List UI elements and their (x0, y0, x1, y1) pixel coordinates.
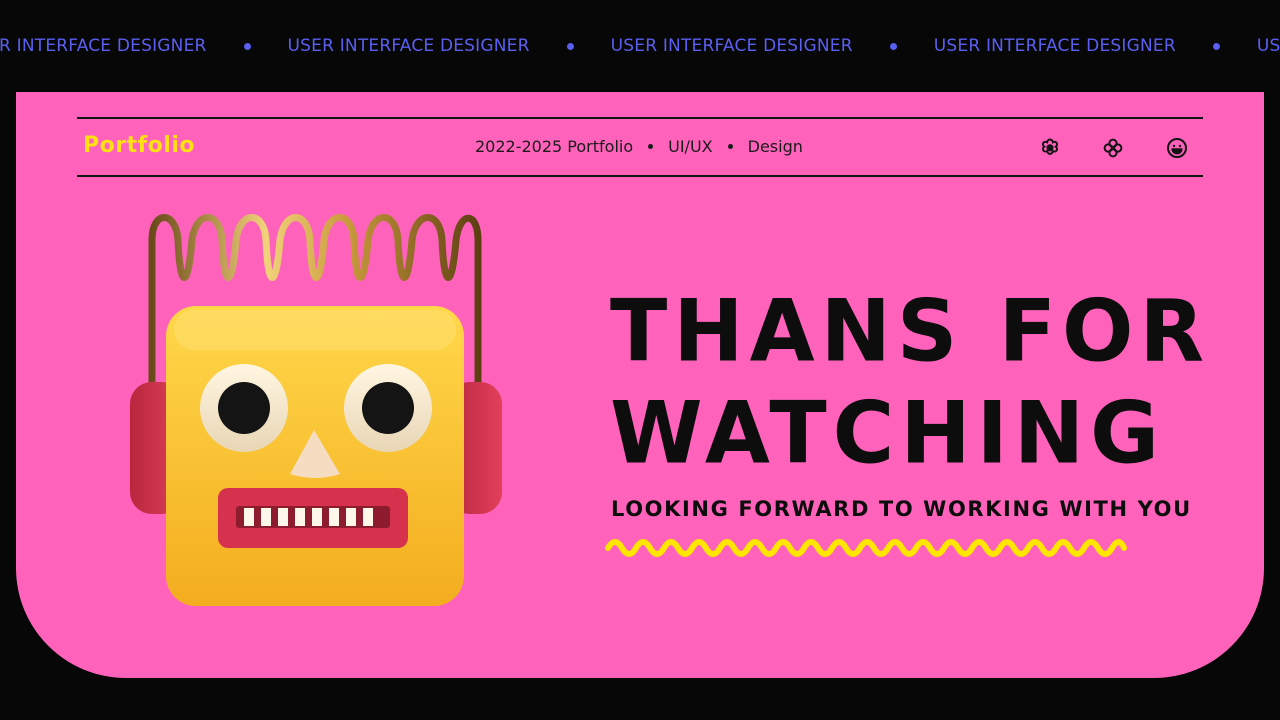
subtitle: LOOKING FORWARD TO WORKING WITH YOU (611, 497, 1192, 521)
brand-logo[interactable]: Portfolio (83, 133, 195, 158)
squiggle-decoration (605, 539, 1127, 557)
nav-item-design[interactable]: Design (748, 137, 803, 156)
ticker-text: R INTERFACE DESIGNER (0, 36, 207, 56)
nav-separator (648, 144, 654, 149)
ticker-item: USER INTERFACE DESIGNER (288, 36, 611, 56)
headline-line-1: THANS FOR (610, 281, 1211, 381)
ticker-item: USER INTERFACE DESIGNER (611, 36, 934, 56)
ticker-dot (889, 42, 897, 50)
ticker-item: R INTERFACE DESIGNER (0, 36, 288, 56)
headline-line-2: WATCHING (610, 383, 1166, 483)
ticker-text: USER INTERFACE DESIG (1256, 36, 1280, 56)
top-bar: Portfolio 2022-2025 Portfolio UI/UX Desi… (77, 117, 1203, 177)
ticker-dot (566, 42, 574, 50)
headline: THANS FOR WATCHING (610, 280, 1210, 484)
nav-menu: 2022-2025 Portfolio UI/UX Design (475, 137, 803, 156)
ticker-text: USER INTERFACE DESIGNER (610, 36, 853, 56)
ticker-track: R INTERFACE DESIGNER USER INTERFACE DESIG… (0, 28, 1280, 64)
flower-icon[interactable] (1037, 135, 1063, 161)
nav-separator (727, 144, 733, 149)
smiley-icon[interactable] (1164, 135, 1190, 161)
ticker-dot (1212, 42, 1220, 50)
ticker-banner: R INTERFACE DESIGNER USER INTERFACE DESIG… (0, 28, 1280, 64)
nav-item-uiux[interactable]: UI/UX (668, 137, 713, 156)
ticker-item: USER INTERFACE DESIGNER (934, 36, 1257, 56)
ticker-text: USER INTERFACE DESIGNER (933, 36, 1176, 56)
hero-card: Portfolio 2022-2025 Portfolio UI/UX Desi… (16, 92, 1264, 678)
ticker-text: USER INTERFACE DESIGNER (287, 36, 530, 56)
ticker-item: USER INTERFACE DESIG (1257, 36, 1280, 56)
robot-illustration (130, 214, 502, 606)
clover-icon[interactable] (1100, 135, 1126, 161)
ticker-dot (243, 42, 251, 50)
nav-item-portfolio[interactable]: 2022-2025 Portfolio (475, 137, 633, 156)
